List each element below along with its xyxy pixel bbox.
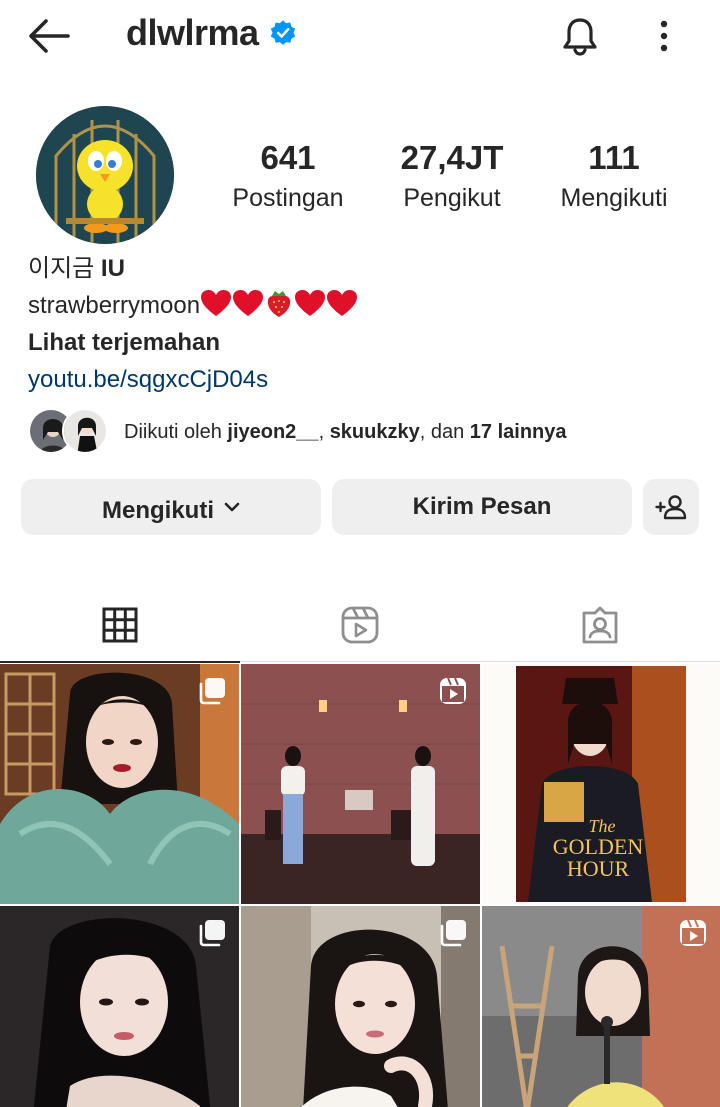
red-heart-icon	[327, 290, 358, 316]
tab-posts-grid[interactable]	[0, 588, 240, 663]
arrow-left-icon	[29, 19, 70, 53]
send-message-label: Kirim Pesan	[412, 493, 552, 520]
more-options-button[interactable]	[644, 12, 684, 60]
chevron-down-icon	[224, 502, 240, 512]
top-bar: dlwlrma	[0, 0, 720, 72]
mutual-followers-avatars	[28, 408, 108, 456]
profile-bio: 이지금 IU strawberrymoon Lihat terjemahan y…	[28, 250, 708, 398]
post-tile[interactable]	[241, 906, 480, 1107]
mutual-avatar	[62, 408, 108, 454]
tab-tagged[interactable]	[480, 588, 720, 662]
notification-bell-button[interactable]	[556, 12, 604, 60]
following-stat[interactable]: 111 Mengikuti	[546, 138, 682, 218]
post-tile[interactable]	[0, 906, 239, 1107]
red-heart-icon	[295, 290, 326, 316]
followed-by-text: Diikuti oleh jiyeon2__, skuukzky, dan 17…	[124, 421, 567, 444]
following-label: Mengikuti	[560, 184, 668, 212]
multiple-photos-icon	[440, 920, 466, 947]
bell-icon	[563, 18, 597, 56]
posts-label: Postingan	[232, 184, 344, 212]
mutual-user-1: jiyeon2__	[227, 420, 319, 443]
post-tile[interactable]: The GOLDEN HOUR	[482, 664, 720, 904]
multiple-photos-icon	[199, 920, 225, 947]
profile-avatar[interactable]	[36, 106, 174, 244]
reels-icon	[680, 919, 706, 946]
verified-badge-icon	[270, 20, 295, 45]
posts-stat[interactable]: 641 Postingan	[218, 138, 358, 218]
following-button[interactable]: Mengikuti	[21, 479, 321, 535]
followers-stat[interactable]: 27,4JT Pengikut	[380, 138, 524, 218]
reels-icon	[440, 677, 466, 704]
back-button[interactable]	[24, 14, 72, 58]
suggest-users-button[interactable]	[643, 479, 699, 535]
tab-reels[interactable]	[240, 588, 480, 662]
followers-count: 27,4JT	[400, 139, 504, 176]
following-count: 111	[588, 139, 640, 176]
post-thumbnail: The GOLDEN HOUR	[482, 664, 720, 904]
display-name-korean: 이지금	[28, 255, 101, 282]
strawberry-icon	[267, 291, 291, 317]
bio-text-content: strawberrymoon	[28, 292, 201, 319]
profile-username: dlwlrma	[126, 12, 297, 54]
more-vertical-icon	[660, 20, 668, 52]
multiple-photos-icon	[199, 678, 225, 705]
profile-tabs	[0, 588, 720, 663]
followed-by-row[interactable]: Diikuti oleh jiyeon2__, skuukzky, dan 17…	[28, 408, 567, 456]
bio-emoji-row	[200, 288, 358, 318]
red-heart-icon	[233, 290, 264, 316]
poster-text-hour: HOUR	[567, 856, 630, 881]
post-tile[interactable]	[241, 664, 480, 904]
separator: , dan	[419, 420, 470, 443]
posts-count: 641	[260, 139, 316, 176]
red-heart-icon	[201, 290, 232, 316]
post-tile[interactable]	[482, 906, 720, 1107]
add-user-icon	[655, 495, 687, 520]
followers-label: Pengikut	[403, 184, 501, 212]
separator: ,	[318, 420, 330, 443]
bio-external-link[interactable]: youtu.be/sqgxcCjD04s	[28, 361, 708, 398]
tagged-icon	[582, 606, 618, 644]
profile-display-name: 이지금 IU	[28, 250, 708, 287]
post-tile[interactable]	[0, 664, 239, 904]
reels-icon	[341, 606, 379, 644]
username-text: dlwlrma	[126, 12, 259, 53]
grid-icon	[102, 607, 138, 643]
display-name-latin: IU	[100, 255, 125, 282]
bio-text: strawberrymoon	[28, 287, 708, 324]
send-message-button[interactable]: Kirim Pesan	[332, 479, 632, 535]
poster-text-the: The	[589, 816, 616, 836]
mutual-others-count: 17 lainnya	[469, 420, 567, 443]
see-translation-link[interactable]: Lihat terjemahan	[28, 324, 708, 361]
mutual-user-2: skuukzky	[329, 420, 420, 443]
following-button-label: Mengikuti	[102, 497, 214, 524]
avatar-image	[36, 106, 174, 244]
followed-by-prefix: Diikuti oleh	[124, 420, 228, 443]
